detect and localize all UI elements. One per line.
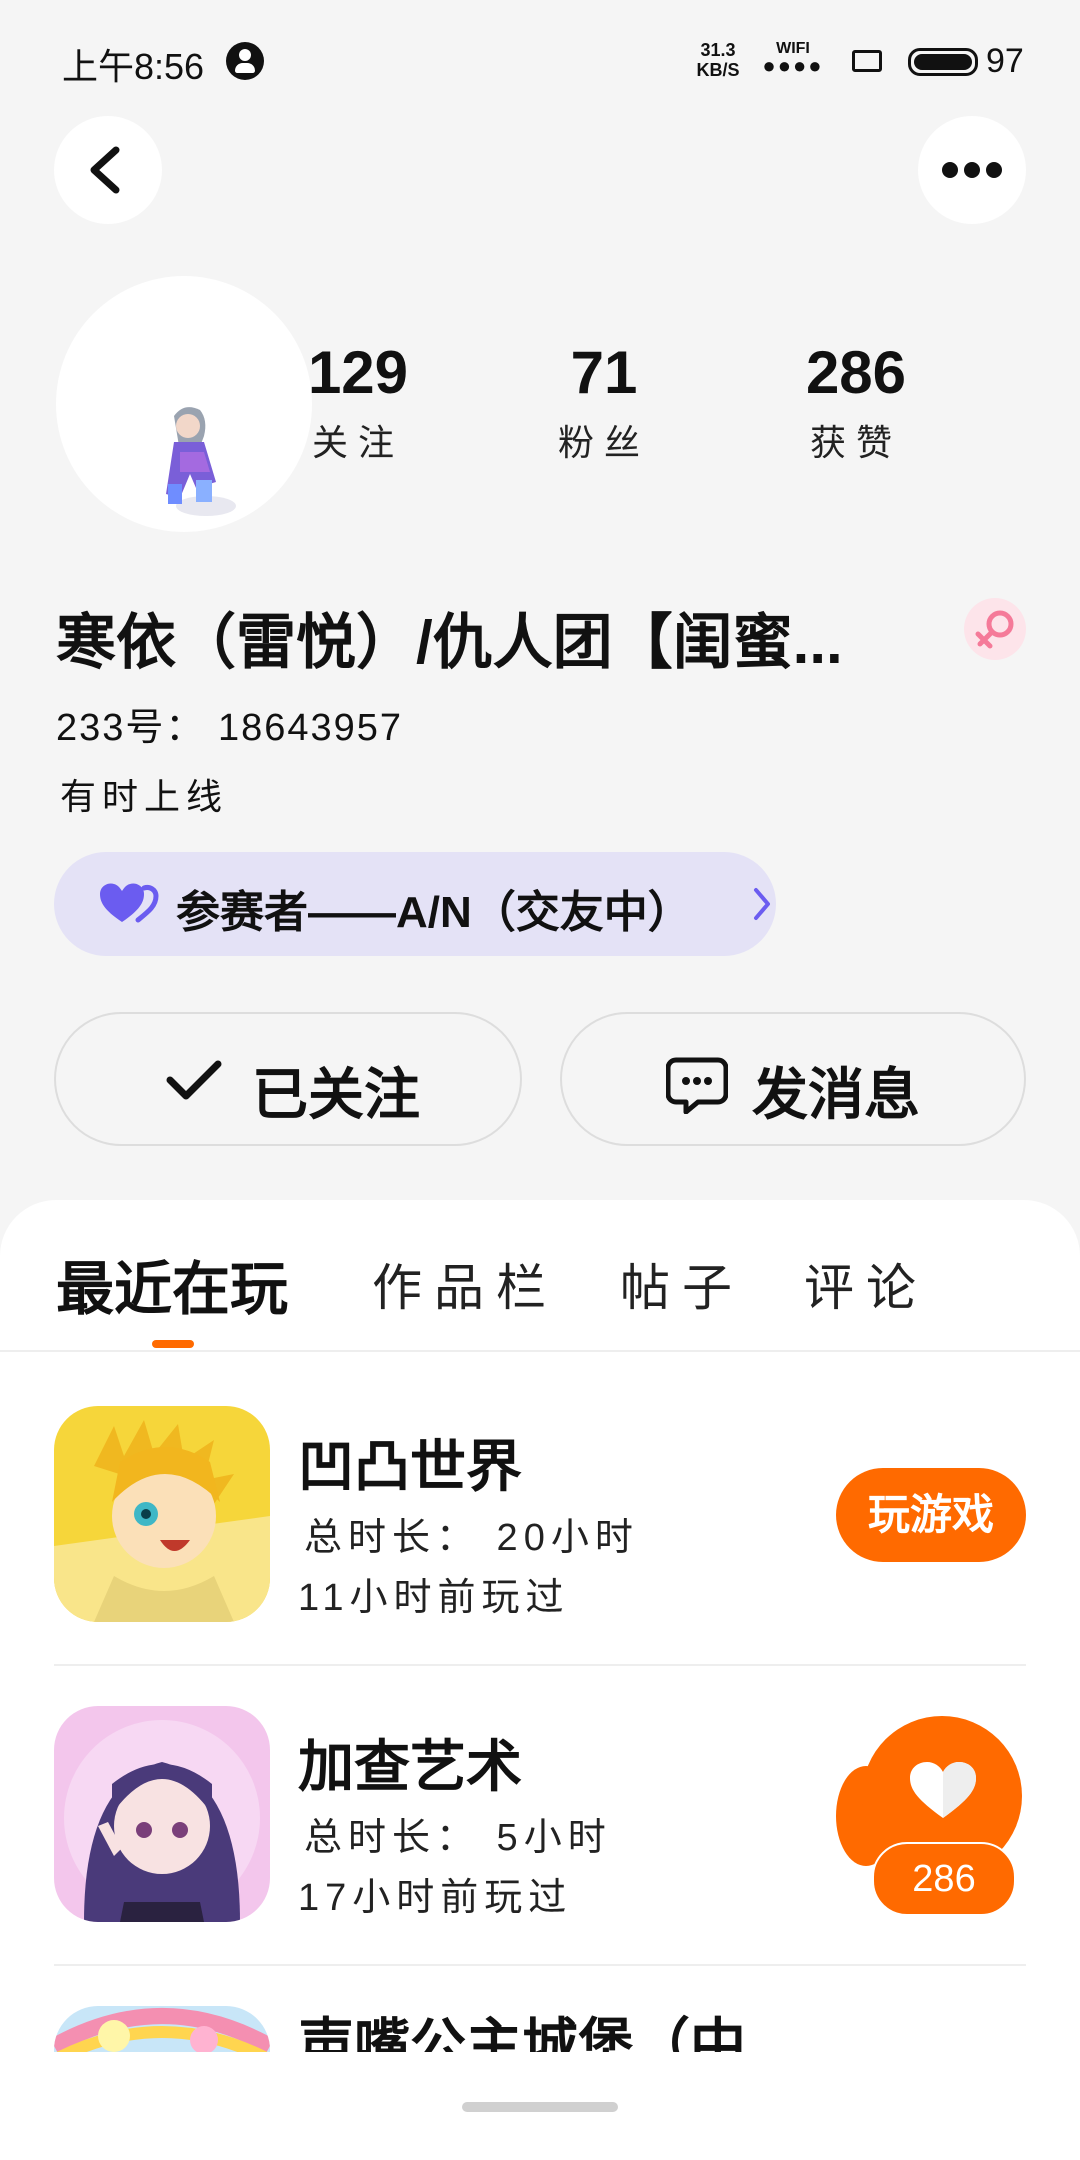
club-tag-label: 参赛者——A/N（交友中） (176, 888, 692, 937)
stat-followers[interactable]: 71 粉丝 (514, 338, 694, 466)
game-last-played: 11小时前玩过 (298, 1577, 570, 1619)
status-bar: 上午8:56 31.3 KB/S WIFI ●●●● 97 (0, 0, 1080, 120)
followed-button-label: 已关注 (252, 1063, 420, 1126)
double-heart-icon (100, 883, 159, 923)
female-gender-icon (964, 598, 1026, 660)
game-icon[interactable] (54, 2006, 270, 2052)
game-name: 加查艺术 (298, 1735, 522, 1798)
game-icon[interactable] (54, 1706, 270, 1922)
game-name: 声嘴公主城堡（中 (298, 2013, 746, 2052)
stat-likes[interactable]: 286 获赞 (766, 338, 946, 466)
heart-icon (910, 1762, 976, 1818)
network-speed: 31.3 KB/S (690, 40, 746, 80)
like-button[interactable]: 286 (836, 1716, 1026, 1916)
active-tab-indicator (152, 1340, 194, 1348)
tab-recently-played[interactable]: 最近在玩 (56, 1242, 288, 1326)
profile-tabs: 最近在玩 作品栏 帖子 评论 (0, 1200, 1080, 1352)
more-dots-icon (942, 162, 1002, 178)
profile-name: 寒依（雷悦）/仇人团【闺蜜... (56, 609, 843, 676)
send-message-label: 发消息 (752, 1063, 920, 1126)
like-count: 286 (872, 1842, 1016, 1916)
back-button[interactable] (54, 116, 162, 224)
network-speed-value: 31.3 (700, 40, 736, 60)
more-button[interactable] (918, 116, 1026, 224)
game-icon[interactable] (54, 1406, 270, 1622)
game-total-time: 总时长： 20小时 (304, 1517, 639, 1559)
likes-count: 286 (805, 339, 907, 406)
game-last-played: 17小时前玩过 (298, 1877, 573, 1919)
battery-icon (908, 48, 978, 76)
network-speed-unit: KB/S (696, 60, 740, 80)
list-divider (54, 1664, 1026, 1666)
game-list-item[interactable]: 凹凸世界 总时长： 20小时 11小时前玩过 玩游戏 (0, 1406, 1080, 1706)
followers-count: 71 (570, 339, 638, 406)
tab-comments[interactable]: 评论 (804, 1248, 928, 1320)
likes-label: 获赞 (809, 422, 902, 463)
chevron-left-icon (90, 146, 120, 194)
user-account-icon (226, 42, 264, 80)
followers-label: 粉丝 (557, 422, 650, 463)
wifi-icon: WIFI ●●●● (758, 40, 828, 78)
battery-level: 97 (986, 42, 1024, 80)
chevron-right-icon (754, 888, 770, 920)
home-indicator[interactable] (462, 2102, 618, 2112)
screen-icon (852, 50, 882, 72)
online-status: 有时上线 (60, 776, 229, 817)
stat-following[interactable]: 129 关注 (268, 338, 448, 466)
list-divider (54, 1964, 1026, 1966)
game-list-item[interactable]: 声嘴公主城堡（中 (0, 2000, 1080, 2052)
chat-bubble-icon (666, 1057, 728, 1114)
wifi-signal-dots: ●●●● (762, 53, 824, 78)
play-game-button[interactable]: 玩游戏 (836, 1468, 1026, 1562)
tab-works[interactable]: 作品栏 (372, 1248, 558, 1320)
tab-posts[interactable]: 帖子 (620, 1248, 744, 1320)
status-time: 上午8:56 (62, 46, 205, 87)
game-name: 凹凸世界 (298, 1435, 522, 1498)
following-label: 关注 (311, 422, 404, 463)
club-tag[interactable]: 参赛者——A/N（交友中） (54, 852, 776, 956)
checkmark-icon (166, 1060, 222, 1100)
send-message-button[interactable]: 发消息 (560, 1012, 1026, 1146)
following-count: 129 (307, 339, 409, 406)
game-total-time: 总时长： 5小时 (304, 1817, 612, 1859)
followed-button[interactable]: 已关注 (54, 1012, 522, 1146)
user-id: 233号： 18643957 (56, 707, 404, 749)
